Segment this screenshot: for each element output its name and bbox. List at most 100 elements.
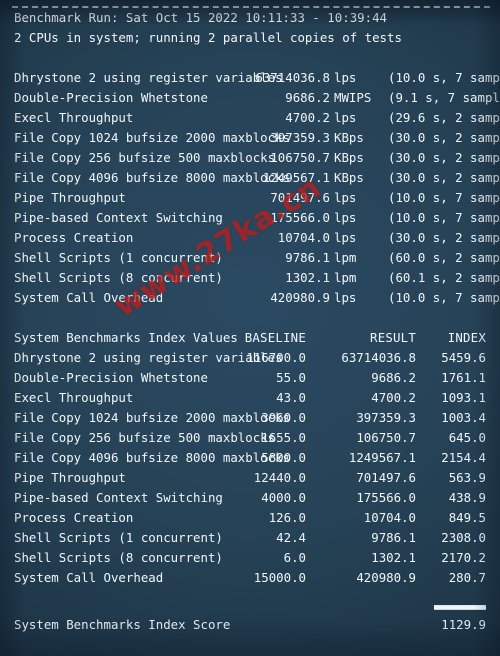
index-value-row: Pipe-based Context Switching 4000.0 175566… [0,488,500,508]
benchmark-value: 9686.2 [285,90,330,105]
benchmark-unit: lps [334,210,357,225]
index-row-label: Process Creation [14,510,134,525]
index-row-index: 2154.4 [441,450,486,465]
index-score-row: System Benchmarks Index Score 1129.9 [0,615,500,635]
index-value-row: Shell Scripts (8 concurrent) 6.0 1302.1 217… [0,548,500,568]
index-value-row: System Call Overhead 15000.0 420980.9 280.7 [0,568,500,588]
index-row-label: Pipe Throughput [14,470,126,485]
index-value-row: File Copy 256 bufsize 500 maxblocks 1655.… [0,428,500,448]
index-table-title: System Benchmarks Index Values [14,330,238,345]
benchmark-unit: lpm [334,270,357,285]
benchmark-value: 63714036.8 [255,70,330,85]
index-score-value: 1129.9 [441,617,486,632]
index-row-index: 438.9 [448,490,486,505]
benchmark-value: 106750.7 [270,150,330,165]
index-row-index: 1761.1 [441,370,486,385]
benchmark-detail: (10.0 s, 7 samples) [388,70,500,85]
benchmark-results-list: Dhrystone 2 using register variables 6371… [0,68,500,308]
index-value-row: File Copy 1024 bufsize 2000 maxblocks 396… [0,408,500,428]
benchmark-result-row: System Call Overhead 420980.9 lps (10.0 s, … [0,288,500,308]
score-separator-rule [434,605,486,610]
benchmark-result-row: Pipe Throughput 701497.6 lps (10.0 s, 7 sam… [0,188,500,208]
benchmark-value: 420980.9 [270,290,330,305]
index-row-result: 175566.0 [356,490,416,505]
index-value-row: File Copy 4096 bufsize 8000 maxblocks 580… [0,448,500,468]
index-row-result: 1249567.1 [348,450,416,465]
benchmark-value: 701497.6 [270,190,330,205]
index-row-label: Execl Throughput [14,390,134,405]
index-row-result: 9686.2 [371,370,416,385]
benchmark-value: 10704.0 [277,230,330,245]
index-values-list: Dhrystone 2 using register variables 1167… [0,348,500,588]
benchmark-result-row: Process Creation 10704.0 lps (30.0 s, 2 sam… [0,228,500,248]
index-row-label: Shell Scripts (8 concurrent) [14,550,223,565]
benchmark-unit: lps [334,290,357,305]
benchmark-unit: lps [334,70,357,85]
benchmark-result-row: Shell Scripts (8 concurrent) 1302.1 lpm (60… [0,268,500,288]
index-value-row: Shell Scripts (1 concurrent) 42.4 9786.1 23… [0,528,500,548]
benchmark-detail: (10.0 s, 7 samples) [388,210,500,225]
column-header-result: RESULT [370,330,416,345]
index-score-label: System Benchmarks Index Score [14,617,231,632]
top-separator-rule [12,6,490,8]
cpu-info-line: 2 CPUs in system; running 2 parallel cop… [14,30,402,45]
index-table-header-row: System Benchmarks Index Values BASELINE … [0,328,500,348]
benchmark-value: 1302.1 [285,270,330,285]
benchmark-label: Double-Precision Whetstone [14,90,208,105]
index-row-index: 1003.4 [441,410,486,425]
index-value-row: Dhrystone 2 using register variables 1167… [0,348,500,368]
benchmark-label: Execl Throughput [14,110,134,125]
benchmark-value: 9786.1 [285,250,330,265]
column-header-baseline: BASELINE [244,330,306,345]
index-row-baseline: 3960.0 [261,410,306,425]
index-row-index: 2308.0 [441,530,486,545]
index-row-result: 1302.1 [371,550,416,565]
index-row-baseline: 6.0 [283,550,306,565]
index-row-result: 63714036.8 [341,350,416,365]
benchmark-unit: lps [334,110,357,125]
benchmark-detail: (30.0 s, 2 samples) [388,130,500,145]
benchmark-label: Shell Scripts (1 concurrent) [14,250,223,265]
index-row-baseline: 4000.0 [261,490,306,505]
benchmark-detail: (30.0 s, 2 samples) [388,230,500,245]
index-row-result: 10704.0 [363,510,416,525]
benchmark-result-row: Shell Scripts (1 concurrent) 9786.1 lpm (60… [0,248,500,268]
index-value-row: Process Creation 126.0 10704.0 849.5 [0,508,500,528]
index-row-result: 701497.6 [356,470,416,485]
benchmark-label: Pipe-based Context Switching [14,210,223,225]
benchmark-unit: KBps [334,170,364,185]
benchmark-unit: lps [334,190,357,205]
index-row-index: 1093.1 [441,390,486,405]
index-row-baseline: 12440.0 [253,470,306,485]
score-rule-wrap [0,599,500,615]
benchmark-result-row: Double-Precision Whetstone 9686.2 MWIPS (9.… [0,88,500,108]
index-row-baseline: 1655.0 [261,430,306,445]
index-row-baseline: 116700.0 [246,350,306,365]
index-row-index: 563.9 [448,470,486,485]
benchmark-label: Process Creation [14,230,134,245]
index-row-label: Pipe-based Context Switching [14,490,223,505]
benchmark-value: 4700.2 [285,110,330,125]
benchmark-result-row: File Copy 1024 bufsize 2000 maxblocks 397… [0,128,500,148]
index-row-label: System Call Overhead [14,570,164,585]
index-row-result: 420980.9 [356,570,416,585]
benchmark-label: Pipe Throughput [14,190,126,205]
terminal-screen: www.27ka.cn Benchmark Run: Sat Oct 15 20… [0,0,500,656]
benchmark-detail: (30.0 s, 2 samples) [388,170,500,185]
benchmark-result-row: Pipe-based Context Switching 175566.0 lps (… [0,208,500,228]
index-row-baseline: 126.0 [268,510,306,525]
benchmark-result-row: File Copy 4096 bufsize 8000 maxblocks 124… [0,168,500,188]
benchmark-detail: (60.0 s, 2 samples) [388,250,500,265]
benchmark-unit: KBps [334,150,364,165]
benchmark-detail: (60.1 s, 2 samples) [388,270,500,285]
benchmark-value: 1249567.1 [262,170,330,185]
index-row-index: 2170.2 [441,550,486,565]
benchmark-unit: KBps [334,130,364,145]
benchmark-unit: MWIPS [334,90,372,105]
column-header-index: INDEX [447,330,486,345]
benchmark-result-row: File Copy 256 bufsize 500 maxblocks 10675… [0,148,500,168]
index-row-index: 5459.6 [441,350,486,365]
